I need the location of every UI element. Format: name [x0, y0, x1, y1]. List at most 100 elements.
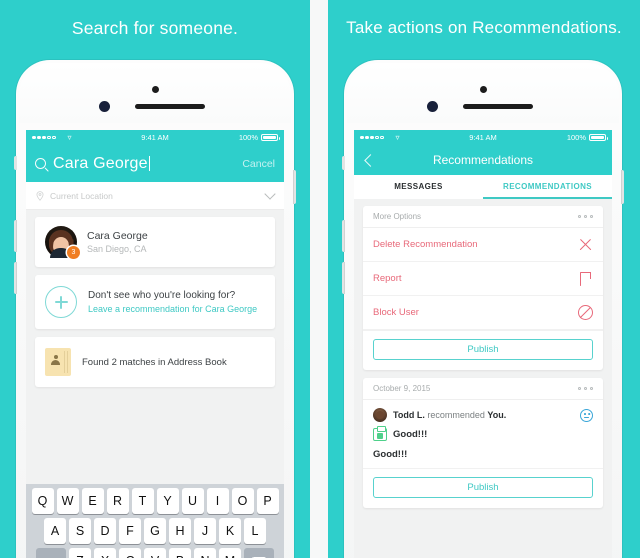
- status-time: 9:41 AM: [469, 133, 497, 142]
- address-book-card[interactable]: Found 2 matches in Address Book: [35, 337, 275, 387]
- publish-button[interactable]: Publish: [373, 339, 593, 360]
- action-delete-recommendation[interactable]: Delete Recommendation: [363, 228, 603, 262]
- key-t[interactable]: T: [131, 488, 154, 514]
- left-panel: Search for someone. ▿ 9:41 AM 100% Cara …: [0, 0, 310, 558]
- search-results-list: 3 Cara George San Diego, CA Don't see wh…: [26, 210, 284, 387]
- smiley-icon[interactable]: [580, 408, 593, 422]
- power-button: [293, 170, 296, 204]
- prompt-text-group: Don't see who you're looking for? Leave …: [88, 290, 257, 314]
- search-input-value: Cara George: [53, 154, 148, 172]
- key-x[interactable]: X: [94, 548, 116, 558]
- key-r[interactable]: R: [106, 488, 129, 514]
- more-options-title: More Options: [373, 212, 422, 221]
- key-h[interactable]: H: [169, 518, 191, 544]
- proximity-sensor: [99, 101, 110, 112]
- recommendation-prompt-card[interactable]: Don't see who you're looking for? Leave …: [35, 275, 275, 329]
- left-phone-frame: ▿ 9:41 AM 100% Cara George Cancel Curren…: [14, 60, 296, 558]
- block-icon: [578, 305, 593, 320]
- address-book-label: Found 2 matches in Address Book: [82, 356, 227, 368]
- status-time: 9:41 AM: [141, 133, 169, 142]
- cancel-button[interactable]: Cancel: [242, 158, 275, 170]
- proximity-sensor: [427, 101, 438, 112]
- prompt-title: Don't see who you're looking for?: [88, 290, 236, 301]
- volume-down-button: [14, 262, 17, 294]
- key-q[interactable]: Q: [31, 488, 54, 514]
- ring-switch: [14, 156, 17, 170]
- action-text: recommended: [424, 410, 488, 420]
- volume-up-button: [14, 220, 17, 252]
- right-headline: Take actions on Recommendations.: [346, 18, 622, 37]
- chevron-down-icon[interactable]: [264, 187, 276, 200]
- publish-button[interactable]: Publish: [373, 477, 593, 498]
- key-v[interactable]: V: [144, 548, 166, 558]
- recommendation-date: October 9, 2015: [373, 384, 431, 393]
- key-z[interactable]: Z: [69, 548, 91, 558]
- location-filter-row[interactable]: Current Location: [26, 182, 284, 210]
- key-o[interactable]: O: [231, 488, 254, 514]
- more-horizontal-icon[interactable]: [578, 387, 594, 391]
- attachment-row: Good!!!: [363, 424, 603, 445]
- battery-icon: [261, 133, 280, 142]
- recommendation-card: October 9, 2015 Todd L. recommended You.…: [363, 378, 603, 508]
- action-block-user[interactable]: Block User: [363, 296, 603, 330]
- more-options-card: More Options Delete Recommendation Repor…: [363, 206, 603, 370]
- key-l[interactable]: L: [244, 518, 266, 544]
- backspace-icon[interactable]: ×: [244, 548, 274, 558]
- key-b[interactable]: B: [169, 548, 191, 558]
- person-info: Cara George San Diego, CA: [87, 230, 148, 254]
- key-i[interactable]: I: [206, 488, 229, 514]
- more-options-header: More Options: [363, 206, 603, 228]
- more-horizontal-icon[interactable]: [578, 215, 594, 219]
- prompt-link[interactable]: Leave a recommendation for Cara George: [88, 304, 257, 314]
- volume-up-button: [342, 220, 345, 252]
- key-g[interactable]: G: [144, 518, 166, 544]
- right-status-bar: ▿ 9:41 AM 100%: [354, 130, 612, 145]
- search-bar[interactable]: Cara George Cancel: [26, 145, 284, 182]
- tab-messages[interactable]: MESSAGES: [354, 175, 483, 199]
- key-w[interactable]: W: [56, 488, 79, 514]
- key-n[interactable]: N: [194, 548, 216, 558]
- publish-wrap: Publish: [363, 468, 603, 508]
- key-m[interactable]: M: [219, 548, 241, 558]
- on-screen-keyboard[interactable]: Q W E R T Y U I O P A S D F G H J K L: [26, 484, 284, 558]
- action-report[interactable]: Report: [363, 262, 603, 296]
- key-j[interactable]: J: [194, 518, 216, 544]
- battery-icon: [589, 133, 608, 142]
- right-panel: Take actions on Recommendations. ▿ 9:41 …: [328, 0, 640, 558]
- avatar: [373, 408, 387, 422]
- key-s[interactable]: S: [69, 518, 91, 544]
- key-f[interactable]: F: [119, 518, 141, 544]
- person-name: Cara George: [87, 230, 148, 242]
- volume-down-button: [342, 262, 345, 294]
- plus-circle-icon[interactable]: [45, 286, 77, 318]
- search-icon: [35, 158, 46, 169]
- recommendation-body: Good!!!: [373, 449, 408, 460]
- power-button: [621, 170, 624, 204]
- shift-icon[interactable]: [36, 548, 66, 558]
- keyboard-row-3: Z X C V B N M ×: [28, 548, 282, 558]
- earpiece-speaker: [463, 104, 533, 109]
- key-p[interactable]: P: [256, 488, 279, 514]
- ring-switch: [342, 156, 345, 170]
- key-k[interactable]: K: [219, 518, 241, 544]
- front-camera-icon: [479, 86, 487, 93]
- search-input[interactable]: Cara George: [53, 155, 235, 173]
- address-book-row[interactable]: Found 2 matches in Address Book: [35, 337, 275, 387]
- key-a[interactable]: A: [44, 518, 66, 544]
- target-name: You.: [487, 410, 507, 420]
- key-e[interactable]: E: [81, 488, 104, 514]
- recommendation-header: October 9, 2015: [363, 378, 603, 400]
- key-c[interactable]: C: [119, 548, 141, 558]
- key-y[interactable]: Y: [156, 488, 179, 514]
- person-row[interactable]: 3 Cara George San Diego, CA: [35, 217, 275, 267]
- key-u[interactable]: U: [181, 488, 204, 514]
- tab-bar: MESSAGES RECOMMENDATIONS: [354, 175, 612, 199]
- key-d[interactable]: D: [94, 518, 116, 544]
- tab-recommendations[interactable]: RECOMMENDATIONS: [483, 175, 612, 199]
- badge-icon: [373, 426, 387, 441]
- person-result-card[interactable]: 3 Cara George San Diego, CA: [35, 217, 275, 267]
- left-status-bar: ▿ 9:41 AM 100%: [26, 130, 284, 145]
- recommendations-list: More Options Delete Recommendation Repor…: [354, 199, 612, 508]
- prompt-row[interactable]: Don't see who you're looking for? Leave …: [35, 275, 275, 329]
- right-screen: ▿ 9:41 AM 100% Recommendations MESSAGES …: [354, 130, 612, 558]
